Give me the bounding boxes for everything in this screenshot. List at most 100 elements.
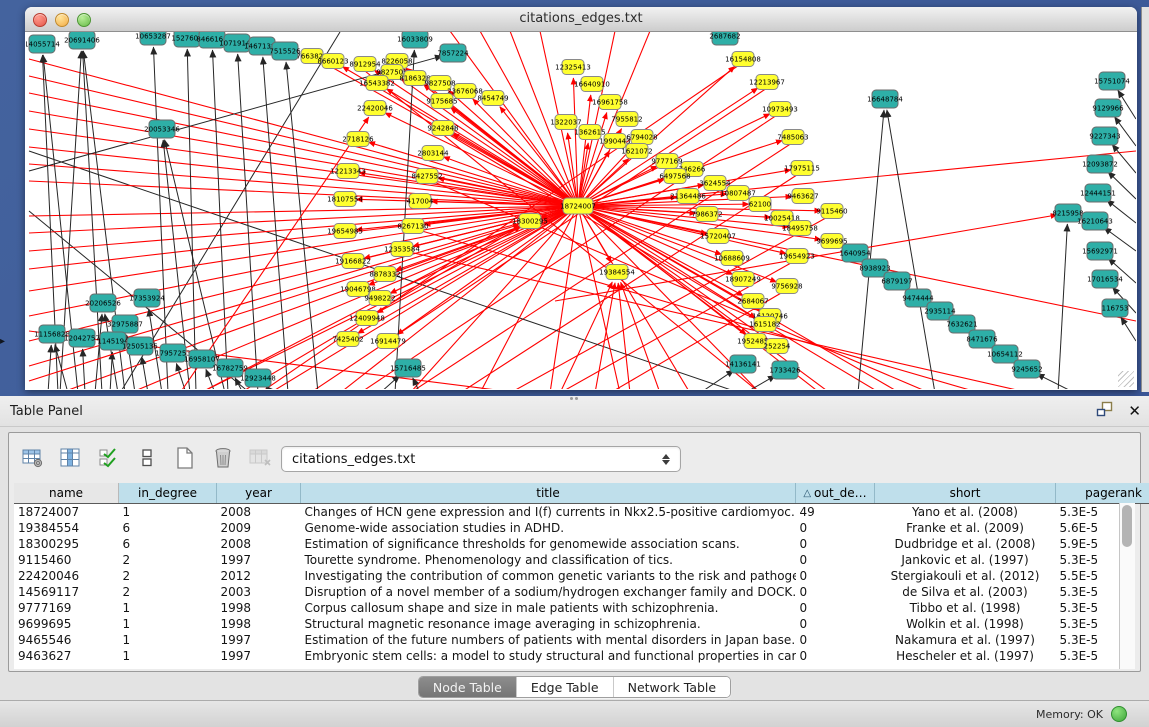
tab-node-table[interactable]: Node Table <box>419 677 517 697</box>
network-node-label: 2718126 <box>342 136 374 144</box>
network-node-label: 14136141 <box>725 361 761 369</box>
table-cell: de Silva et al. (2003) <box>875 584 1056 600</box>
network-node-label: 7986372 <box>691 211 722 219</box>
cytoscape-screen: citations_edges.txt 18724007183002951938… <box>0 0 1149 727</box>
network-edge <box>48 345 51 389</box>
tab-network-table[interactable]: Network Table <box>614 677 731 697</box>
network-node-label: 8912954 <box>349 61 381 69</box>
table-row[interactable]: 1456911722003Disruption of a novel membe… <box>14 584 1149 600</box>
table-cell: 18724007 <box>14 504 119 521</box>
select-columns-icon[interactable] <box>97 446 121 470</box>
network-node-label: 8878332 <box>369 271 400 279</box>
table-cell: 2 <box>119 568 217 584</box>
table-vertical-scrollbar[interactable] <box>1119 503 1135 669</box>
row-height-icon[interactable] <box>135 446 159 470</box>
column-header-title[interactable]: title <box>301 483 796 504</box>
table-cell: 22420046 <box>14 568 119 584</box>
splitter-handle[interactable] <box>567 397 581 401</box>
network-node-label: 16154808 <box>725 56 761 64</box>
scrollbar-thumb[interactable] <box>1122 505 1132 547</box>
table-cell: 14569117 <box>14 584 119 600</box>
table-row[interactable]: 977716911998Corpus callosum shape and si… <box>14 600 1149 616</box>
window-resize-grip[interactable] <box>1118 371 1134 387</box>
table-cell: 9777169 <box>14 600 119 616</box>
table-row[interactable]: 946554611997Estimation of the future num… <box>14 632 1149 648</box>
network-node-label: 252254 <box>764 343 791 351</box>
network-node-label: 15751074 <box>1094 78 1130 86</box>
table-panel: Table Panel ✕ <box>0 396 1149 727</box>
sort-ascending-icon: △ <box>803 488 811 499</box>
network-node-label: 17016534 <box>1087 276 1123 284</box>
table-cell: 49 <box>796 504 875 521</box>
float-panel-icon[interactable] <box>1096 401 1114 421</box>
table-settings-icon[interactable] <box>21 446 45 470</box>
network-node-label: 8471676 <box>966 336 998 344</box>
network-node-label: 15716485 <box>390 365 426 373</box>
show-column-icon[interactable] <box>59 446 83 470</box>
panel-collapse-arrow[interactable]: ▸ <box>0 336 5 347</box>
network-node-label: 9474444 <box>902 295 934 303</box>
network-node-label: 21364486 <box>670 193 706 201</box>
table-row[interactable]: 946362711997Embryonic stem cells: a mode… <box>14 648 1149 664</box>
network-node-label: 14055714 <box>26 41 60 49</box>
network-edge <box>578 206 1136 321</box>
column-header-year[interactable]: year <box>217 483 301 504</box>
delete-rows-icon[interactable] <box>211 446 235 470</box>
table-cell: 18300295 <box>14 536 119 552</box>
network-edge <box>83 349 85 389</box>
table-row[interactable]: 2242004622012Investigating the contribut… <box>14 568 1149 584</box>
table-row[interactable]: 969969511998Structural magnetic resonanc… <box>14 616 1149 632</box>
table-cell: 1 <box>119 616 217 632</box>
network-node-label: 20691406 <box>64 37 100 45</box>
column-header-pagerank[interactable]: pagerank <box>1056 483 1149 504</box>
close-panel-icon[interactable]: ✕ <box>1128 402 1141 420</box>
window-titlebar[interactable]: citations_edges.txt <box>25 7 1137 32</box>
network-node-label: 2935114 <box>924 308 956 316</box>
table-row[interactable]: 1872400712008Changes of HCN gene express… <box>14 504 1149 521</box>
network-edge <box>1112 144 1136 173</box>
column-header-short[interactable]: short <box>875 483 1056 504</box>
table-source-select[interactable]: citations_edges.txt <box>281 446 681 472</box>
table-cell: 0 <box>796 536 875 552</box>
network-node-label: 8427552 <box>411 173 442 181</box>
network-node-label: 19654923 <box>779 253 815 261</box>
network-graph[interactable]: 1872400718300295193845541232541316640910… <box>26 32 1136 389</box>
network-node-label: 9175685 <box>426 98 457 106</box>
table-row[interactable]: 1830029562008Estimation of significance … <box>14 536 1149 552</box>
table-row[interactable]: 911546021997Tourette syndrome. Phenomeno… <box>14 552 1149 568</box>
column-header-out_de[interactable]: △out_de… <box>796 483 875 504</box>
network-node-label: 18724007 <box>560 203 596 211</box>
network-node-label: 9242848 <box>427 125 458 133</box>
column-header-in_degree[interactable]: in_degree <box>119 483 217 504</box>
network-node-label: 12444151 <box>1080 190 1116 198</box>
network-node-label: 7515526 <box>269 48 301 56</box>
table-cell: Genome-wide association studies in ADHD. <box>301 520 796 536</box>
table-cell: 2008 <box>217 504 301 521</box>
network-node-label: 10973493 <box>762 106 798 114</box>
new-table-icon[interactable] <box>173 446 197 470</box>
table-cell: Disruption of a novel member of a sodium… <box>301 584 796 600</box>
table-cell: 1998 <box>217 616 301 632</box>
table-row[interactable]: 1938455462009Genome-wide association stu… <box>14 520 1149 536</box>
table-cell: 6 <box>119 520 217 536</box>
memory-status-icon <box>1111 706 1127 722</box>
network-edge <box>176 363 186 389</box>
network-edge <box>887 110 935 389</box>
network-edge <box>187 49 196 389</box>
table-toolbar: f(x) citations_edges.txt <box>9 433 1140 483</box>
network-node-label: 6879197 <box>881 278 912 286</box>
delete-table-icon <box>249 446 273 470</box>
table-cell: 0 <box>796 648 875 664</box>
network-node-label: 10688609 <box>714 255 750 263</box>
network-node-label: 18107554 <box>327 196 363 204</box>
network-canvas[interactable]: 1872400718300295193845541232541316640910… <box>26 32 1136 389</box>
tab-edge-table[interactable]: Edge Table <box>517 677 614 697</box>
table-cell: 2 <box>119 552 217 568</box>
table-cell: Estimation of the future numbers of pati… <box>301 632 796 648</box>
table-cell: 1 <box>119 504 217 521</box>
network-node-label: 9827508 <box>424 80 455 88</box>
network-node-label: 1615182 <box>749 321 780 329</box>
table-cell: 0 <box>796 584 875 600</box>
column-header-name[interactable]: name <box>14 483 119 504</box>
network-node-label: 9699695 <box>816 238 847 246</box>
